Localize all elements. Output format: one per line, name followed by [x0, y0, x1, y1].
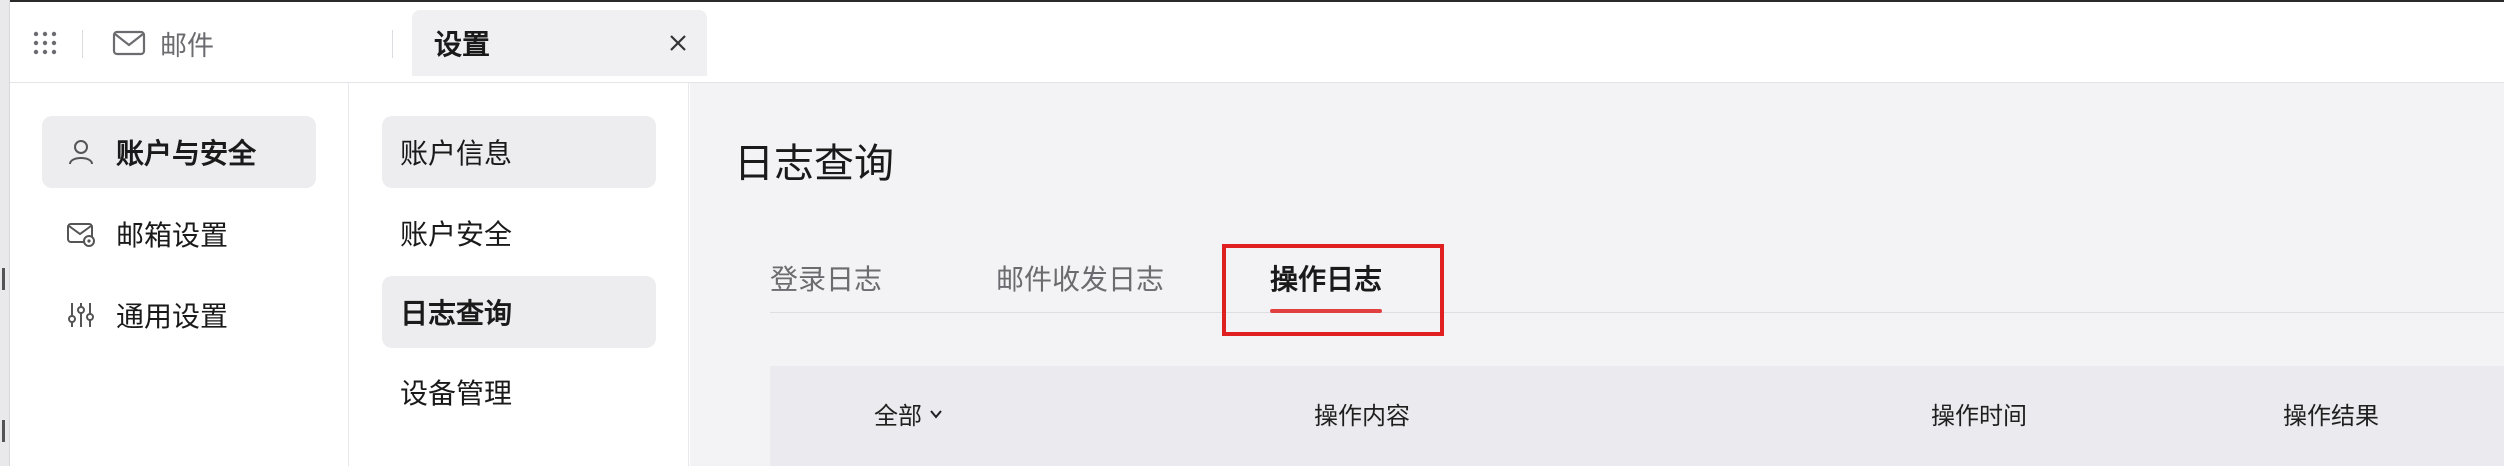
column-header: 操作内容: [1314, 396, 1410, 431]
chevron-down-icon: [930, 409, 942, 419]
settings-window: 邮件 设置 账户与安全 邮箱设置 通用设置 账户信息 账户安全 日志查询 设备管…: [0, 0, 2504, 466]
sidebar-primary: 账户与安全 邮箱设置 通用设置: [10, 83, 349, 466]
table-header: 全部 操作内容 操作时间 操作结果: [770, 366, 2504, 466]
column-header: 操作结果: [2283, 396, 2379, 431]
envelope-icon: [112, 30, 146, 56]
sidebar-item-device-management[interactable]: 设备管理: [382, 356, 656, 428]
mail-tab-label: 邮件: [160, 30, 214, 62]
sidebar-item-label: 账户信息: [400, 137, 513, 170]
tab-label: 登录日志: [770, 263, 883, 296]
sidebar-item-mailbox-settings[interactable]: 邮箱设置: [42, 198, 316, 270]
column-header-label: 操作结果: [2283, 402, 2379, 430]
page-title: 日志查询: [734, 141, 894, 187]
log-tabs: 登录日志 邮件收发日志 操作日志: [770, 243, 2504, 313]
top-bar: 邮件 设置: [10, 0, 2504, 83]
tab-settings[interactable]: 设置: [412, 10, 707, 76]
sidebar-item-account-info[interactable]: 账户信息: [382, 116, 656, 188]
sidebar-item-label: 账户安全: [400, 218, 513, 251]
close-icon[interactable]: [667, 32, 689, 54]
column-header-label: 操作内容: [1314, 402, 1410, 430]
sidebar-item-log-query[interactable]: 日志查询: [382, 276, 656, 348]
user-icon: [69, 140, 93, 165]
divider: [392, 30, 393, 58]
mail-tab[interactable]: 邮件: [112, 22, 214, 64]
sidebar-secondary: 账户信息 账户安全 日志查询 设备管理: [350, 83, 689, 466]
sidebar-item-account-safety[interactable]: 账户安全: [382, 197, 656, 269]
grid-dots-icon[interactable]: [30, 28, 60, 58]
sidebar-item-label: 日志查询: [400, 297, 513, 330]
filter-dropdown[interactable]: 全部: [874, 396, 944, 431]
sidebar-item-label: 账户与安全: [116, 137, 257, 170]
left-edge: [0, 0, 10, 466]
tab-login-log[interactable]: 登录日志: [770, 243, 882, 313]
column-header-label: 操作时间: [1931, 402, 2027, 430]
sidebar-item-label: 通用设置: [116, 300, 229, 333]
sidebar-item-label: 邮箱设置: [116, 219, 229, 252]
tab-label: 邮件收发日志: [996, 263, 1165, 296]
column-header: 操作时间: [1931, 396, 2027, 431]
sidebar-item-account-security[interactable]: 账户与安全: [42, 116, 316, 188]
highlight-box: [1222, 244, 1444, 336]
sliders-icon: [68, 303, 94, 327]
mail-settings-icon: [67, 223, 95, 247]
main-content: 日志查询 登录日志 邮件收发日志 操作日志 全部 操作内容 操作时间 操作结果: [690, 83, 2504, 466]
sidebar-item-general-settings[interactable]: 通用设置: [42, 279, 316, 351]
tab-mail-log[interactable]: 邮件收发日志: [996, 243, 1164, 313]
column-header: 全部: [874, 402, 922, 430]
divider: [82, 30, 83, 58]
sidebar-item-label: 设备管理: [400, 377, 513, 410]
tab-settings-label: 设置: [434, 28, 491, 61]
